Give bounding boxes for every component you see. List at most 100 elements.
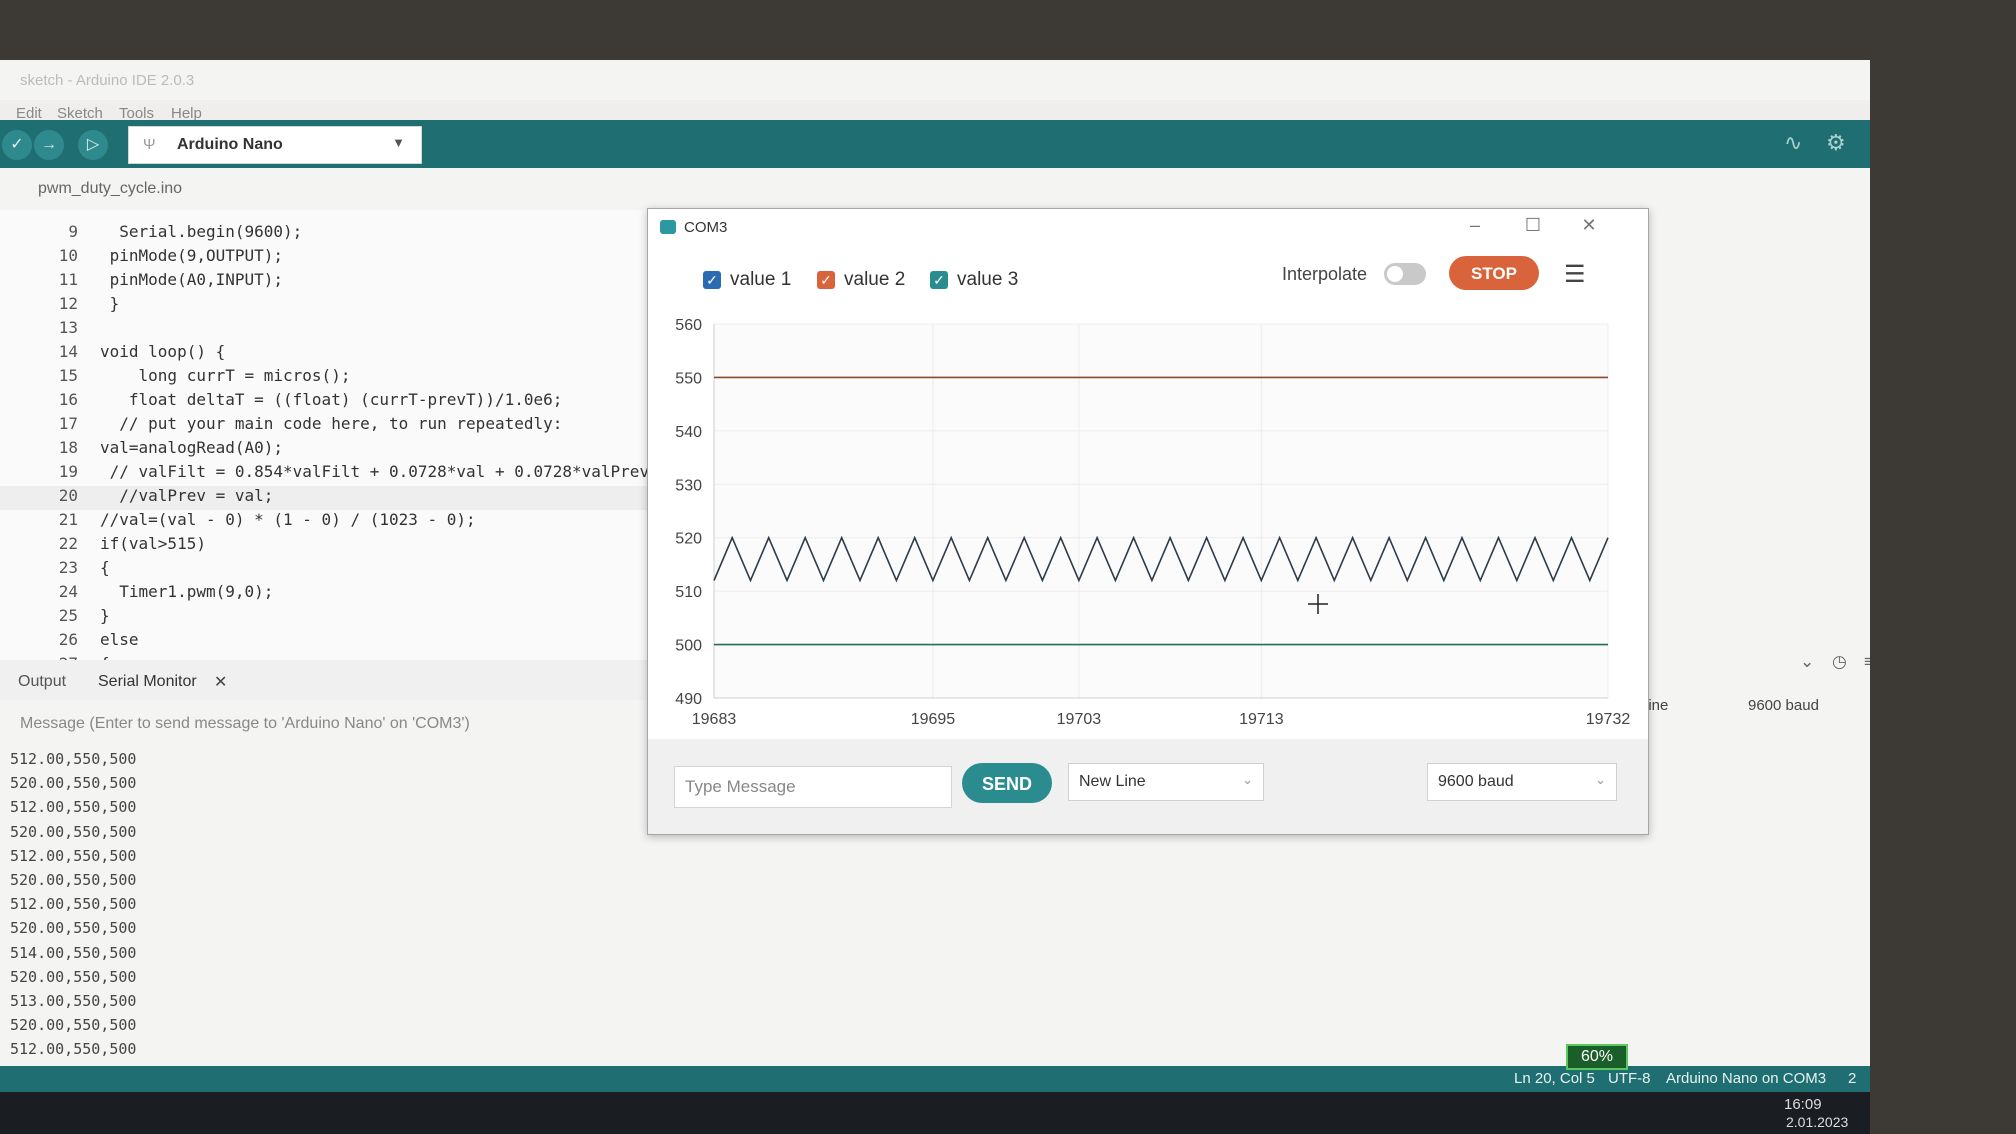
collapse-icon[interactable]: ⌄ xyxy=(1800,652,1814,672)
tab-output[interactable]: Output xyxy=(18,673,66,691)
checkbox-checked-icon[interactable]: ✓ xyxy=(817,271,835,289)
code-line[interactable]: 19 // valFilt = 0.854*valFilt + 0.0728*v… xyxy=(0,462,660,486)
serial-line: 512.00,550,500 xyxy=(10,1040,137,1059)
file-tab[interactable]: pwm_duty_cycle.ino xyxy=(38,180,182,198)
tab-serial-monitor[interactable]: Serial Monitor xyxy=(98,673,197,691)
line-number: 19 xyxy=(58,462,78,481)
line-number: 23 xyxy=(58,558,78,577)
code-line[interactable]: 13 xyxy=(0,318,660,342)
serial-message-hint[interactable]: Message (Enter to send message to 'Ardui… xyxy=(20,715,470,733)
x-tick-label: 19713 xyxy=(1239,711,1284,728)
baud-select[interactable]: 9600 baud xyxy=(1748,697,1819,714)
code-editor[interactable]: 9 Serial.begin(9600); 10 pinMode(9,OUTPUT… xyxy=(0,210,660,673)
code-text: val=analogRead(A0); xyxy=(100,438,284,457)
code-line[interactable]: 21 //val=(val - 0) * (1 - 0) / (1023 - 0)… xyxy=(0,510,660,534)
clock-icon[interactable]: ◷ xyxy=(1832,652,1847,672)
serial-line: 512.00,550,500 xyxy=(10,798,137,817)
notifications-count[interactable]: 2 xyxy=(1848,1070,1856,1087)
line-number: 21 xyxy=(58,510,78,529)
line-number: 10 xyxy=(58,246,78,265)
code-text: // valFilt = 0.854*valFilt + 0.0728*val … xyxy=(100,462,650,481)
usb-icon: Ψ xyxy=(143,136,156,153)
code-line[interactable]: 22 if(val>515) xyxy=(0,534,660,558)
minimize-icon[interactable]: – xyxy=(1460,215,1490,236)
code-line[interactable]: 20 //valPrev = val; xyxy=(0,486,660,510)
interpolate-label: Interpolate xyxy=(1282,264,1368,284)
serial-line: 520.00,550,500 xyxy=(10,822,137,841)
os-taskbar: 16:09 2.01.2023 xyxy=(0,1092,1870,1134)
battery-indicator[interactable]: 60% xyxy=(1566,1044,1628,1070)
message-input[interactable] xyxy=(674,766,952,808)
code-line[interactable]: 15 long currT = micros(); xyxy=(0,366,660,390)
line-number: 12 xyxy=(58,294,78,313)
clear-list-icon[interactable]: ☰ xyxy=(1564,260,1586,289)
send-button[interactable]: SEND xyxy=(962,763,1052,803)
y-tick-label: 490 xyxy=(675,691,702,708)
board-port: Arduino Nano on COM3 xyxy=(1666,1070,1827,1087)
code-line[interactable]: 10 pinMode(9,OUTPUT); xyxy=(0,246,660,270)
y-tick-label: 540 xyxy=(675,424,702,441)
plot-area: 490 500 510 520 530 540 550 560 19683 19695 19703 1… xyxy=(675,317,1630,728)
line-number: 9 xyxy=(68,222,78,241)
serial-line: 512.00,550,500 xyxy=(10,846,137,865)
code-line[interactable]: 9 Serial.begin(9600); xyxy=(0,222,660,246)
legend-label: value 2 xyxy=(844,269,906,290)
line-number: 16 xyxy=(58,390,78,409)
y-tick-label: 560 xyxy=(675,317,702,334)
code-line[interactable]: 24 Timer1.pwm(9,0); xyxy=(0,582,660,606)
legend-label: value 3 xyxy=(957,269,1019,290)
line-number: 15 xyxy=(58,366,78,385)
code-line[interactable]: 26 else xyxy=(0,630,660,654)
line-number: 14 xyxy=(58,342,78,361)
serial-monitor-icon[interactable]: ⚙ xyxy=(1826,130,1846,156)
code-line[interactable]: 14 void loop() { xyxy=(0,342,660,366)
debug-icon[interactable]: ▷ xyxy=(78,130,108,160)
line-ending-dropdown[interactable]: New Line ⌄ xyxy=(1068,763,1264,801)
line-number: 24 xyxy=(58,582,78,601)
serial-output: 512.00,550,500 520.00,550,500 512.00,550,5… xyxy=(10,750,136,1089)
serial-line: 512.00,550,500 xyxy=(10,895,137,914)
x-tick-label: 19695 xyxy=(911,711,956,728)
plotter-titlebar: COM3 – ☐ ✕ xyxy=(648,209,1648,245)
checkbox-checked-icon[interactable]: ✓ xyxy=(703,271,721,289)
verify-icon[interactable]: ✓ xyxy=(2,130,32,160)
plotter-title: COM3 xyxy=(684,219,728,236)
cursor-position: Ln 20, Col 5 xyxy=(1514,1070,1595,1087)
code-line[interactable]: 17 // put your main code here, to run re… xyxy=(0,414,660,438)
chevron-down-icon: ▼ xyxy=(392,135,405,150)
interpolate-toggle[interactable] xyxy=(1384,263,1426,285)
window-title: sketch - Arduino IDE 2.0.3 xyxy=(20,72,195,89)
code-text: else xyxy=(100,630,139,649)
code-line[interactable]: 12 } xyxy=(0,294,660,318)
chevron-down-icon: ⌄ xyxy=(1242,772,1253,787)
code-text: //valPrev = val; xyxy=(100,486,274,505)
code-text: float deltaT = ((float) (currT-prevT))/1… xyxy=(100,390,563,409)
baud-rate-dropdown[interactable]: 9600 baud ⌄ xyxy=(1427,763,1617,801)
board-name: Arduino Nano xyxy=(177,136,283,153)
board-selector[interactable]: Ψ Arduino Nano ▼ xyxy=(128,126,422,164)
code-text: Serial.begin(9600); xyxy=(100,222,303,241)
code-text: if(val>515) xyxy=(100,534,206,553)
checkbox-checked-icon[interactable]: ✓ xyxy=(930,271,948,289)
maximize-icon[interactable]: ☐ xyxy=(1518,215,1548,236)
y-tick-label: 500 xyxy=(675,638,702,655)
code-text: } xyxy=(100,606,110,625)
serial-line: 520.00,550,500 xyxy=(10,967,137,986)
line-number: 20 xyxy=(58,486,78,505)
code-line[interactable]: 11 pinMode(A0,INPUT); xyxy=(0,270,660,294)
serial-line: 520.00,550,500 xyxy=(10,870,137,889)
serial-plotter-icon[interactable]: ∿ xyxy=(1784,130,1802,156)
close-icon[interactable]: ✕ xyxy=(1574,215,1604,236)
code-line[interactable]: 23 { xyxy=(0,558,660,582)
upload-icon[interactable]: → xyxy=(34,130,64,160)
close-icon[interactable]: ✕ xyxy=(214,672,227,692)
y-tick-label: 520 xyxy=(675,531,702,548)
code-line[interactable]: 25} xyxy=(0,606,660,630)
baud-value: 9600 baud xyxy=(1438,773,1514,790)
clear-icon[interactable]: ≡ xyxy=(1864,652,1870,672)
line-number: 17 xyxy=(58,414,78,433)
stop-button[interactable]: STOP xyxy=(1449,256,1539,290)
code-line[interactable]: 16 float deltaT = ((float) (currT-prevT)… xyxy=(0,390,660,414)
code-text: void loop() { xyxy=(100,342,226,361)
code-line[interactable]: 18 val=analogRead(A0); xyxy=(0,438,660,462)
